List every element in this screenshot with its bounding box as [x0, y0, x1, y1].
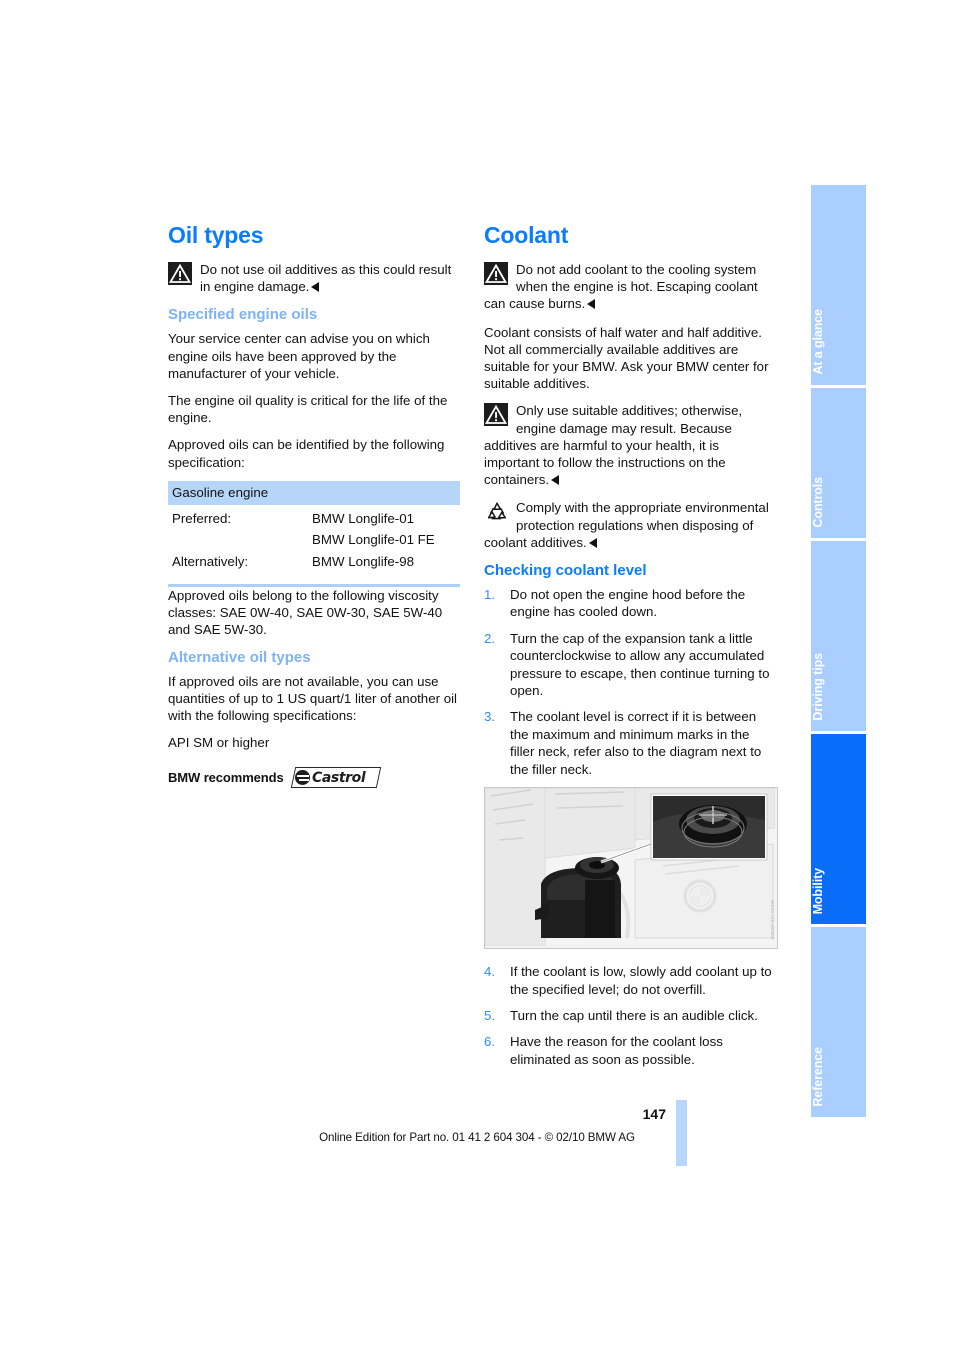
alternative-oils-paragraph-2: API SM or higher	[168, 735, 270, 751]
footer-edition-note: Online Edition for Part no. 01 41 2 604 …	[319, 1131, 635, 1144]
warning-triangle-icon	[168, 262, 192, 285]
list-item: 3. The coolant level is correct if it is…	[484, 708, 776, 778]
end-of-section-marker	[588, 537, 597, 548]
step-text: If the coolant is low, slowly add coolan…	[510, 964, 772, 997]
tab-at-a-glance[interactable]: At a glance	[811, 185, 866, 385]
viscosity-paragraph: Approved oils belong to the following vi…	[168, 588, 443, 638]
table-row: Preferred: BMW Longlife-01	[168, 505, 460, 529]
subheading-alternative-oil-types: Alternative oil types	[168, 648, 311, 666]
specified-oils-paragraph-3: Approved oils can be identified by the f…	[168, 437, 445, 470]
steps-list-after-figure: 4. If the coolant is low, slowly add coo…	[484, 963, 776, 1068]
list-item: 2. Turn the cap of the expansion tank a …	[484, 630, 776, 700]
page-number: 147	[642, 1106, 666, 1122]
step-text: Have the reason for the coolant loss eli…	[510, 1034, 723, 1067]
step-number: 6.	[484, 1034, 496, 1050]
left-column: Oil types Do not use oil additives as th…	[168, 222, 460, 789]
table-row: BMW Longlife-01 FE	[168, 529, 460, 550]
step-number: 4.	[484, 964, 496, 980]
tab-label: Controls	[811, 477, 825, 528]
recycling-icon	[484, 500, 508, 523]
table-cell-value-preferred-1: BMW Longlife-01	[312, 510, 414, 526]
step-number: 5.	[484, 1007, 496, 1023]
tab-label: Driving tips	[811, 653, 825, 721]
manual-page: Oil types Do not use oil additives as th…	[0, 0, 954, 1350]
alternative-oils-paragraph-1: If approved oils are not available, you …	[168, 673, 458, 724]
table-header-gasoline-engine: Gasoline engine	[168, 480, 460, 505]
tab-driving-tips[interactable]: Driving tips	[811, 541, 866, 731]
list-item: 6. Have the reason for the coolant loss …	[484, 1033, 776, 1068]
tab-controls[interactable]: Controls	[811, 388, 866, 538]
note-environmental-protection: Comply with the appropriate environmenta…	[484, 499, 776, 551]
table-cell-label-preferred: Preferred:	[172, 510, 232, 526]
list-item: 5. Turn the cap until there is an audibl…	[484, 1007, 776, 1024]
section-tab-strip: At a glance Controls Driving tips Mobili…	[811, 185, 866, 1120]
oil-specification-table: Gasoline engine Preferred: BMW Longlife-…	[168, 480, 460, 572]
specified-oils-paragraph-1: Your service center can advise you on wh…	[168, 331, 430, 381]
warning-oil-additives: Do not use oil additives as this could r…	[168, 261, 460, 295]
table-cell-label-empty	[168, 529, 308, 550]
warning-oil-additives-text: Do not use oil additives as this could r…	[200, 262, 452, 295]
castrol-logo: Castrol	[290, 767, 381, 789]
steps-list-before-figure: 1. Do not open the engine hood before th…	[484, 586, 776, 778]
step-text: The coolant level is correct if it is be…	[510, 709, 762, 777]
bmw-recommends-label: BMW recommends	[168, 770, 284, 786]
bmw-recommends-block: BMW recommends Castrol	[168, 767, 460, 789]
castrol-wordmark: Castrol	[311, 769, 365, 786]
warning-triangle-icon	[484, 262, 508, 285]
step-text: Turn the cap until there is an audible c…	[510, 1007, 758, 1023]
tab-reference[interactable]: Reference	[811, 927, 866, 1117]
specified-oils-paragraph-2: The engine oil quality is critical for t…	[168, 393, 448, 426]
end-of-section-marker	[311, 282, 320, 293]
subheading-specified-engine-oils: Specified engine oils	[168, 306, 318, 324]
table-cell-label-alternatively: Alternatively:	[172, 553, 249, 569]
table-row: Alternatively: BMW Longlife-98	[168, 551, 460, 572]
coolant-expansion-tank-figure: W620.110.003ER	[484, 787, 778, 950]
note-environmental-text: Comply with the appropriate environmenta…	[484, 500, 769, 550]
step-text: Do not open the engine hood before the e…	[510, 587, 746, 620]
end-of-section-marker	[587, 299, 596, 310]
table-cell-value-preferred-2: BMW Longlife-01 FE	[312, 532, 435, 548]
page-title-coolant: Coolant	[484, 222, 569, 248]
table-cell-value-alternatively: BMW Longlife-98	[312, 553, 414, 569]
step-number: 2.	[484, 630, 496, 646]
warning-suitable-additives-text: Only use suitable additives; otherwise, …	[484, 403, 743, 488]
warning-hot-engine: Do not add coolant to the cooling system…	[484, 261, 776, 313]
figure-code: W620.110.003ER	[770, 900, 775, 941]
right-column: Coolant Do not add coolant to the coolin…	[484, 222, 778, 1077]
step-number: 1.	[484, 587, 496, 603]
step-text: Turn the cap of the expansion tank a lit…	[510, 630, 770, 699]
tab-label: Reference	[811, 1047, 825, 1107]
tab-label: At a glance	[811, 309, 825, 375]
castrol-mark-icon	[294, 770, 310, 786]
list-item: 1. Do not open the engine hood before th…	[484, 586, 776, 621]
tab-mobility[interactable]: Mobility	[811, 734, 866, 924]
end-of-section-marker	[551, 475, 560, 486]
warning-triangle-icon	[484, 403, 508, 427]
warning-suitable-additives: Only use suitable additives; otherwise, …	[484, 402, 776, 488]
coolant-paragraph: Coolant consists of half water and half …	[484, 324, 769, 392]
step-number: 3.	[484, 709, 496, 725]
subheading-checking-coolant-level: Checking coolant level	[484, 562, 647, 580]
table-header-row: Gasoline engine	[168, 480, 460, 505]
warning-hot-engine-text: Do not add coolant to the cooling system…	[484, 262, 758, 312]
list-item: 4. If the coolant is low, slowly add coo…	[484, 963, 776, 998]
page-title-oil-types: Oil types	[168, 222, 264, 248]
tab-label: Mobility	[811, 867, 825, 914]
